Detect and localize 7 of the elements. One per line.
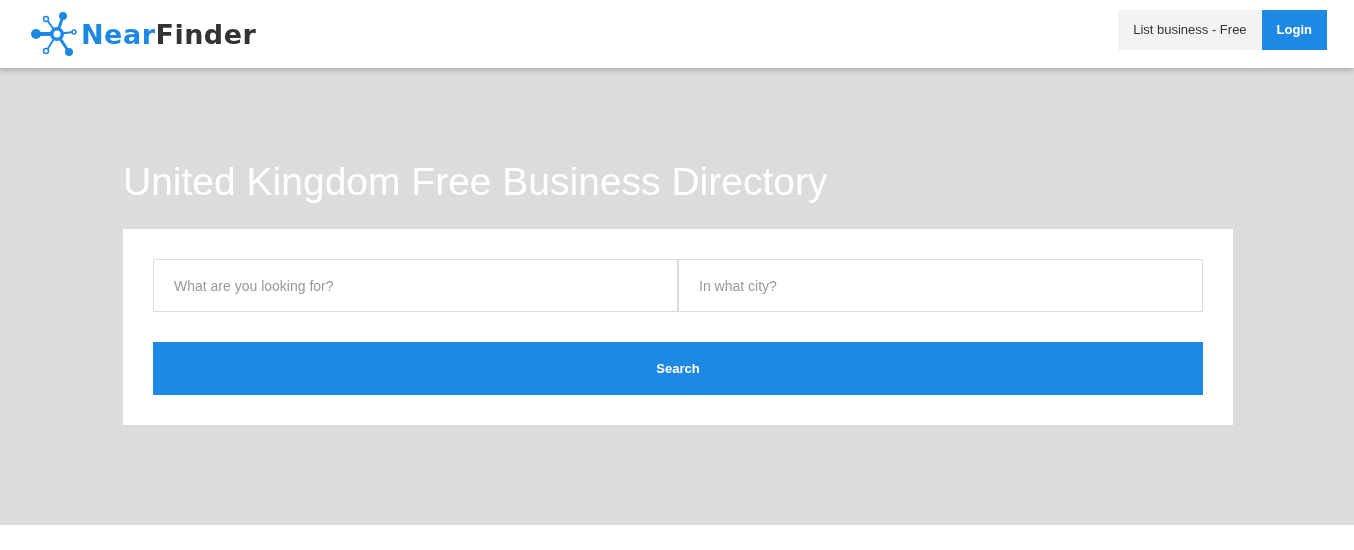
- search-button[interactable]: Search: [153, 342, 1203, 395]
- login-button[interactable]: Login: [1261, 9, 1327, 50]
- logo-text[interactable]: NearFinder: [81, 18, 257, 50]
- logo-icon: [29, 10, 77, 58]
- search-field[interactable]: What are you looking for?: [153, 259, 678, 312]
- list-business-button[interactable]: List business - Free: [1118, 9, 1262, 50]
- search-field[interactable]: In what city?: [678, 259, 1203, 312]
